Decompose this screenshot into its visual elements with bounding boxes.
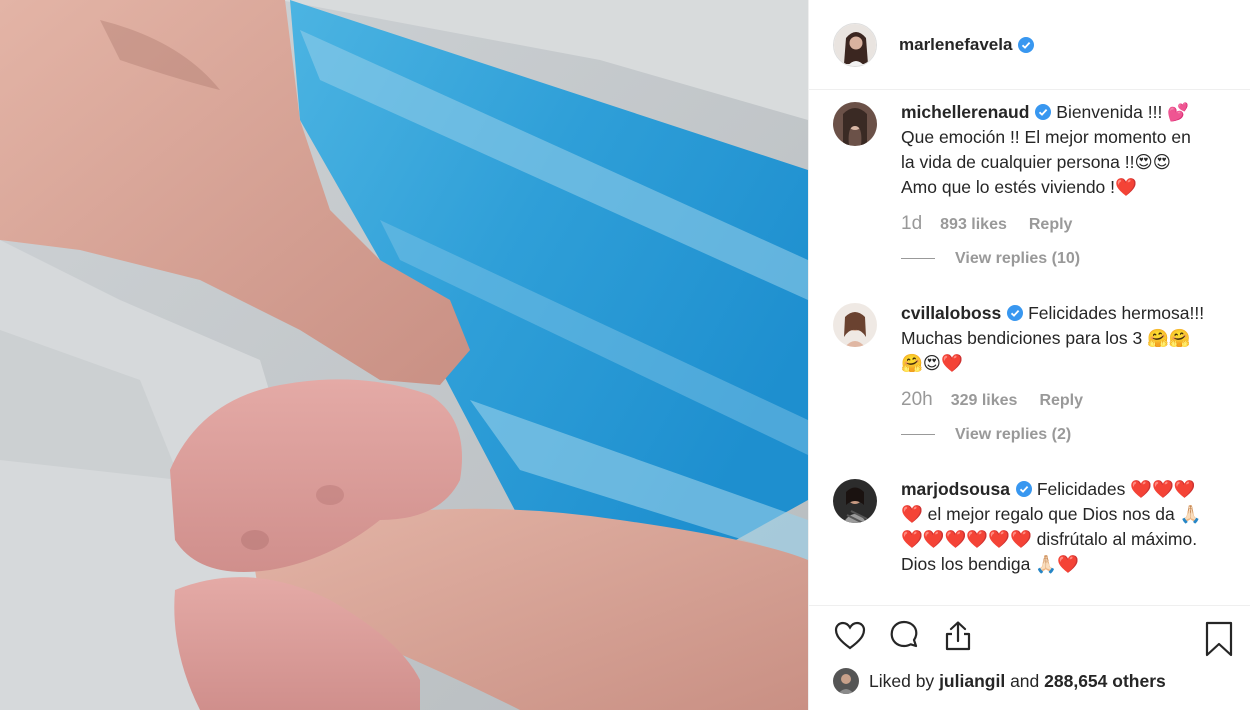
- comment-time[interactable]: 1d: [901, 211, 922, 236]
- author-avatar[interactable]: [833, 22, 877, 67]
- comment-likes[interactable]: 893 likes: [940, 212, 1007, 237]
- view-replies-button[interactable]: View replies (2): [901, 422, 1230, 447]
- commenter-avatar[interactable]: [833, 303, 877, 347]
- commenter-avatar[interactable]: [833, 479, 877, 523]
- comment-likes[interactable]: 329 likes: [951, 388, 1018, 413]
- liker-avatar[interactable]: [833, 668, 859, 694]
- view-replies-line: [901, 434, 935, 435]
- post-photo-illustration: [0, 0, 808, 710]
- liked-by-user[interactable]: juliangil: [939, 671, 1005, 692]
- heart-icon[interactable]: [833, 619, 867, 653]
- comment-meta: 20h 329 likes Reply: [901, 387, 1230, 413]
- liked-by-prefix: Liked by: [869, 670, 935, 691]
- verified-badge-icon: [1015, 481, 1032, 497]
- view-replies-line: [901, 258, 935, 259]
- verified-badge-icon: [1018, 36, 1035, 53]
- verified-badge-icon: [1035, 104, 1052, 120]
- comment-icon[interactable]: [887, 619, 921, 653]
- view-replies-label: View replies (10): [955, 250, 1081, 267]
- comment-time[interactable]: 20h: [901, 387, 933, 412]
- reply-button[interactable]: Reply: [1039, 388, 1083, 413]
- post-actions: [809, 605, 1250, 665]
- commenter-avatar[interactable]: [833, 102, 877, 146]
- view-replies-button[interactable]: View replies (10): [901, 246, 1230, 271]
- view-replies-label: View replies (2): [955, 426, 1072, 443]
- commenter-username[interactable]: marjodsousa: [901, 479, 1010, 499]
- comment-item: michellerenaud Bienvenida !!! 💕 Que emoc…: [809, 100, 1250, 271]
- comment-item: marjodsousa Felicidades ❤️❤️❤️❤️ el mejo…: [809, 477, 1250, 577]
- commenter-username[interactable]: cvillaloboss: [901, 303, 1001, 323]
- side-panel: marlenefavela michellerenaud Bienvenida …: [808, 0, 1250, 710]
- commenter-username[interactable]: michellerenaud: [901, 102, 1029, 122]
- liked-by-others[interactable]: 288,654 others: [1044, 671, 1166, 692]
- post-header: marlenefavela: [809, 0, 1250, 90]
- liked-by-conjunction: and: [1010, 670, 1040, 691]
- bookmark-icon[interactable]: [1204, 621, 1234, 657]
- post-photo[interactable]: [0, 0, 808, 710]
- author-username[interactable]: marlenefavela: [899, 35, 1012, 55]
- verified-badge-icon: [1007, 305, 1024, 321]
- liked-by: Liked by juliangil and 288,654 others: [833, 668, 1166, 694]
- comment-item: cvillaloboss Felicidades hermosa!!! Much…: [809, 301, 1250, 447]
- comment-meta: 1d 893 likes Reply: [901, 211, 1230, 237]
- comments-list[interactable]: michellerenaud Bienvenida !!! 💕 Que emoc…: [809, 90, 1250, 605]
- instagram-post: marlenefavela michellerenaud Bienvenida …: [0, 0, 1250, 710]
- share-icon[interactable]: [941, 619, 975, 653]
- reply-button[interactable]: Reply: [1029, 212, 1073, 237]
